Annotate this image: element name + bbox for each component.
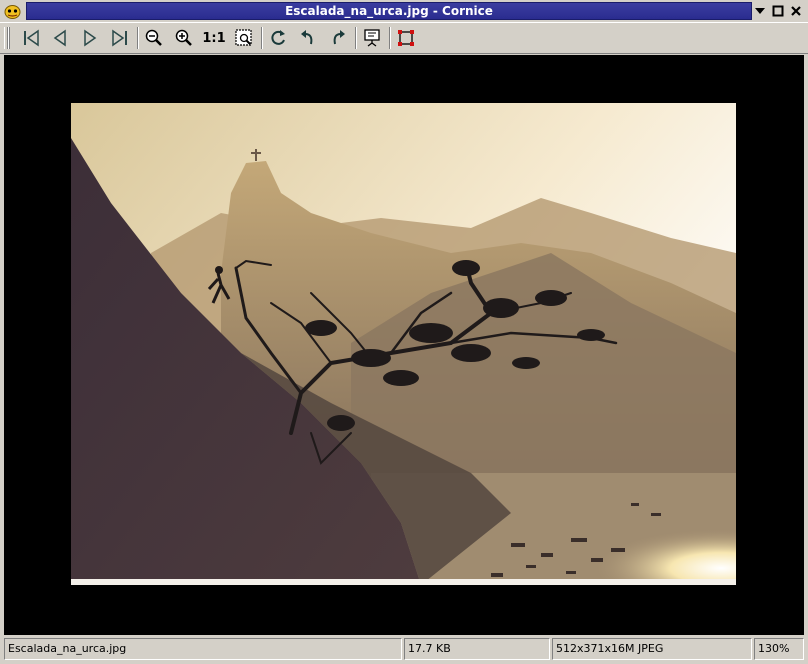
zoom-in-icon [175,29,192,46]
close-icon[interactable] [788,3,804,19]
toolbar-grip[interactable] [4,27,10,49]
status-zoom: 130% [754,638,804,660]
arrow-right-icon [84,29,97,47]
toolbar-separator [261,27,263,49]
title-bar: Escalada_na_urca.jpg - Cornice [0,0,808,22]
rotate-icon [271,30,285,45]
toolbar-separator [389,27,391,49]
zoom-1-1-label: 1:1 [202,30,226,46]
zoom-fit-button[interactable] [231,26,257,50]
fullscreen-icon [398,30,414,46]
image-viewer[interactable] [4,55,804,635]
slideshow-button[interactable] [359,26,385,50]
toolbar: 1:1 [0,22,808,54]
undo-button[interactable] [295,26,321,50]
maximize-icon[interactable] [770,3,786,19]
window-title-bar[interactable]: Escalada_na_urca.jpg - Cornice [26,2,752,20]
status-filename: Escalada_na_urca.jpg [4,638,402,660]
toolbar-separator [355,27,357,49]
last-image-button[interactable] [107,26,133,50]
fullscreen-button[interactable] [393,26,419,50]
previous-image-button[interactable] [47,26,73,50]
zoom-in-button[interactable] [171,26,197,50]
next-image-button[interactable] [77,26,103,50]
skip-last-icon [112,29,127,47]
redo-button[interactable] [325,26,351,50]
rotate-button[interactable] [265,26,291,50]
zoom-1-1-button[interactable]: 1:1 [201,26,227,50]
zoom-out-icon [145,29,162,46]
slideshow-icon [364,29,380,47]
undo-icon [301,30,313,45]
menu-arrow-icon[interactable] [752,3,768,19]
arrow-left-icon [53,29,66,47]
toolbar-separator [137,27,139,49]
photo-image [71,103,736,585]
zoom-fit-icon [235,29,252,46]
zoom-out-button[interactable] [141,26,167,50]
skip-first-icon [24,29,39,47]
window-title: Escalada_na_urca.jpg - Cornice [285,4,493,18]
redo-icon [333,30,345,45]
status-bar: Escalada_na_urca.jpg 17.7 KB 512x371x16M… [0,636,808,664]
app-icon[interactable] [4,3,21,19]
status-filesize: 17.7 KB [404,638,550,660]
status-image-info: 512x371x16M JPEG [552,638,752,660]
first-image-button[interactable] [18,26,44,50]
